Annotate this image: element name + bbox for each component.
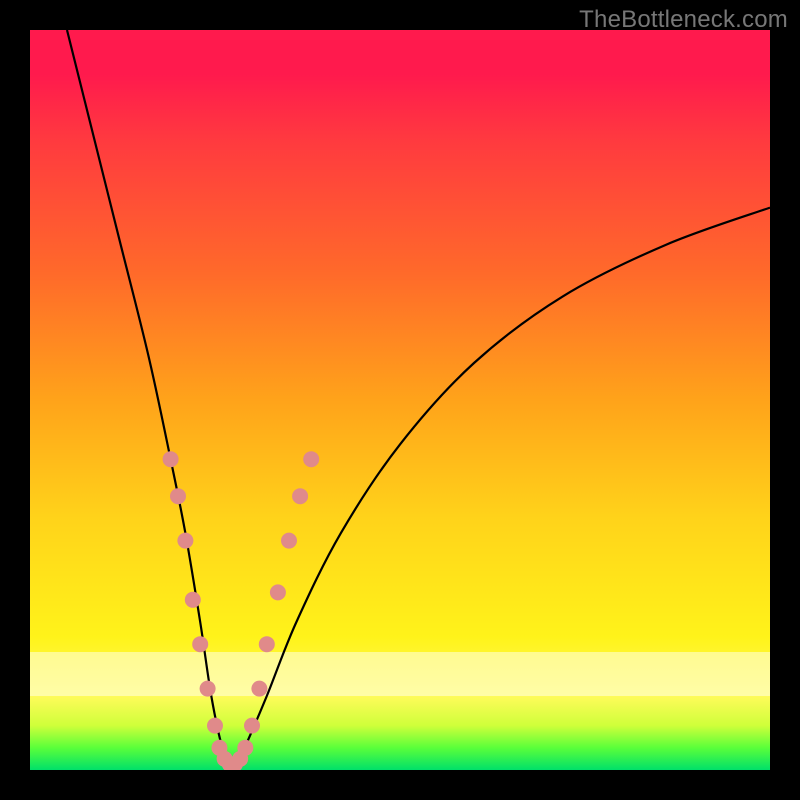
highlight-dot <box>185 592 201 608</box>
chart-frame: TheBottleneck.com <box>0 0 800 800</box>
highlight-dot <box>251 681 267 697</box>
highlight-dot <box>244 718 260 734</box>
plot-area <box>30 30 770 770</box>
highlight-dot <box>281 533 297 549</box>
highlight-dots <box>163 451 320 770</box>
highlight-dot <box>163 451 179 467</box>
mismatch-curve <box>67 30 770 770</box>
highlight-dot <box>170 488 186 504</box>
highlight-dot <box>259 636 275 652</box>
highlight-dot <box>177 533 193 549</box>
highlight-dot <box>200 681 216 697</box>
highlight-dot <box>207 718 223 734</box>
curve-layer <box>30 30 770 770</box>
highlight-dot <box>270 584 286 600</box>
highlight-dot <box>237 740 253 756</box>
highlight-dot <box>192 636 208 652</box>
highlight-dot <box>303 451 319 467</box>
highlight-dot <box>292 488 308 504</box>
